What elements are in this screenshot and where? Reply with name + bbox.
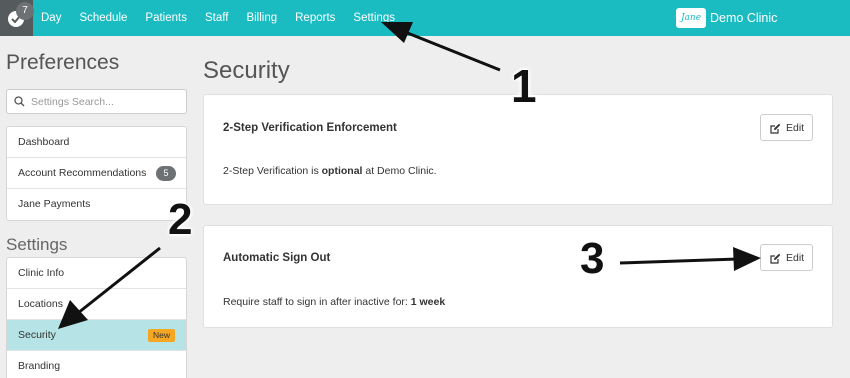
app-home-button[interactable]: 7 [0,0,34,36]
card-description: 2-Step Verification is optional at Demo … [223,165,437,177]
main-nav: Day Schedule Patients Staff Billing Repo… [41,0,413,36]
page-title: Security [203,57,290,84]
sidebar-item-label: Clinic Info [18,267,65,279]
edit-icon [770,123,781,134]
sidebar-item-label: Jane Payments [18,198,91,210]
sidebar-item-label: Security [18,329,56,341]
new-badge: New [147,329,175,342]
sidebar-item-dashboard[interactable]: Dashboard [7,127,186,158]
nav-staff[interactable]: Staff [205,12,228,24]
settings-heading: Settings [6,235,68,254]
edit-two-step-button[interactable]: Edit [760,114,813,141]
search-icon [14,96,25,107]
annotation-number-2: 2 [168,195,193,244]
nav-day[interactable]: Day [41,12,61,24]
clinic-name: Demo Clinic [710,11,778,25]
nav-settings[interactable]: Settings [353,12,395,24]
annotation-number-3: 3 [580,234,605,283]
edit-icon [770,253,781,264]
notification-count-badge[interactable]: 7 [16,2,34,20]
card-title: 2-Step Verification Enforcement [223,122,397,134]
preferences-menu: Dashboard Account Recommendations 5 Jane… [6,126,187,221]
nav-patients[interactable]: Patients [145,12,187,24]
sidebar-item-branding[interactable]: Branding [7,351,186,378]
settings-menu: Clinic Info Locations Security New Brand… [6,257,187,378]
sidebar-item-account-recommendations[interactable]: Account Recommendations 5 [7,158,186,189]
nav-reports[interactable]: Reports [295,12,335,24]
annotation-number-1: 1 [511,60,537,112]
sidebar-item-label: Locations [18,298,63,310]
sign-out-duration: 1 week [410,296,446,308]
sidebar-item-label: Branding [18,360,61,372]
edit-button-label: Edit [786,252,805,264]
automatic-sign-out-card: Automatic Sign Out Edit Require staff to… [203,225,833,328]
sidebar-item-locations[interactable]: Locations [7,289,186,320]
card-title: Automatic Sign Out [223,252,331,264]
sidebar-item-label: Account Recommendations [18,167,147,179]
nav-schedule[interactable]: Schedule [79,12,127,24]
sidebar-item-clinic-info[interactable]: Clinic Info [7,258,186,289]
edit-button-label: Edit [786,122,805,134]
card-description: Require staff to sign in after inactive … [223,296,446,308]
sidebar-item-jane-payments[interactable]: Jane Payments [7,189,186,220]
preferences-heading: Preferences [6,51,120,74]
nav-billing[interactable]: Billing [246,12,277,24]
settings-search[interactable] [6,89,187,114]
clinic-brand[interactable]: Jane Demo Clinic [676,6,777,30]
recommendations-count-badge: 5 [156,166,176,181]
settings-search-input[interactable] [31,93,181,110]
edit-sign-out-button[interactable]: Edit [760,244,813,271]
sidebar-item-label: Dashboard [18,136,70,148]
top-navigation-bar: 7 Day Schedule Patients Staff Billing Re… [0,0,850,36]
verification-status: optional [321,165,363,177]
jane-logo-icon: Jane [676,8,706,28]
sidebar-item-security[interactable]: Security New [7,320,186,351]
